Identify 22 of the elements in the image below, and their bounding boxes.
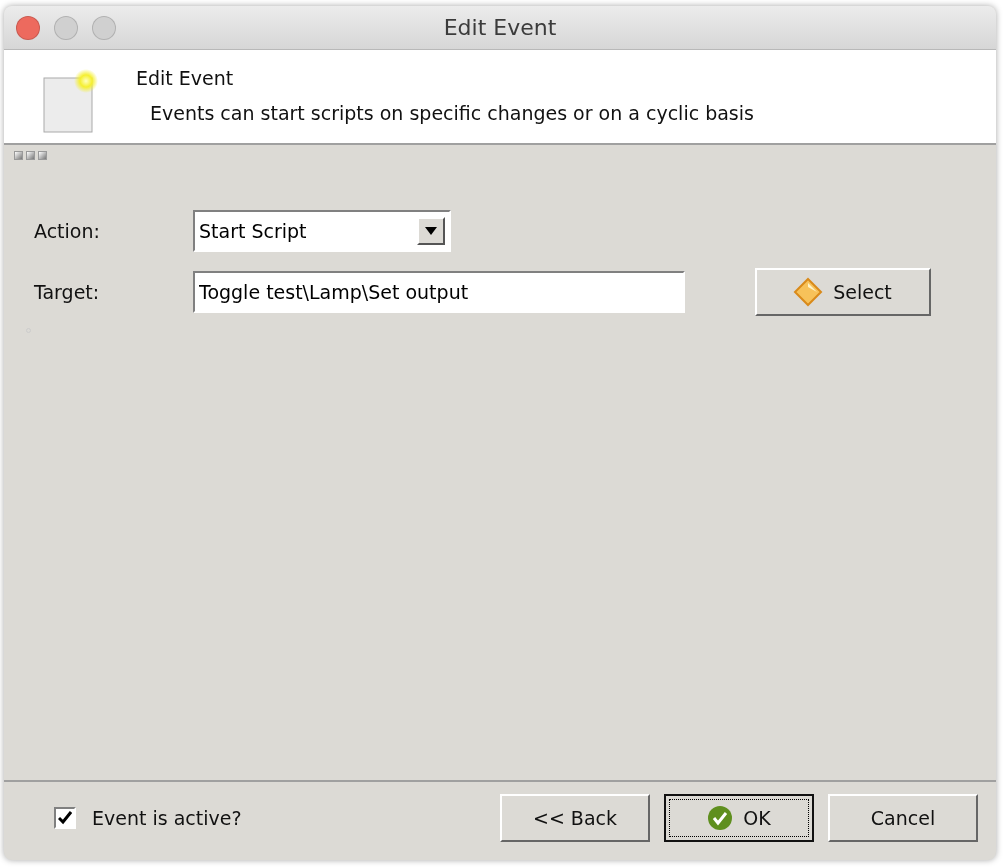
dialog-button[interactable]: << Back [500, 794, 650, 842]
tiny-square-icon[interactable] [38, 151, 47, 160]
action-dropdown[interactable]: Start Script [193, 210, 451, 252]
zoom-button[interactable] [92, 16, 116, 40]
select-button[interactable]: Select [754, 268, 931, 316]
field-label: Target: [34, 279, 101, 305]
checkbox-label: Event is active? [92, 805, 242, 831]
checkbox[interactable] [54, 807, 76, 829]
field-label: Action: [34, 218, 101, 244]
close-button[interactable] [16, 16, 40, 40]
header-description: Events can start scripts on specific changes or on a cyclic basis [150, 100, 754, 126]
header-title: Edit Event [136, 66, 235, 91]
tiny-square-icon[interactable] [26, 151, 35, 160]
minimize-button[interactable] [54, 16, 78, 40]
checkmark-icon [707, 805, 734, 831]
dialog-button[interactable]: Cancel [828, 794, 978, 842]
caret-icon [425, 227, 437, 235]
diamond-icon [793, 277, 824, 307]
ok-button[interactable]: OK [664, 794, 814, 842]
target-field[interactable]: Toggle test\Lamp\Set output [193, 271, 685, 313]
window-title: Edit Event [443, 14, 557, 42]
tiny-square-icon[interactable] [14, 151, 23, 160]
